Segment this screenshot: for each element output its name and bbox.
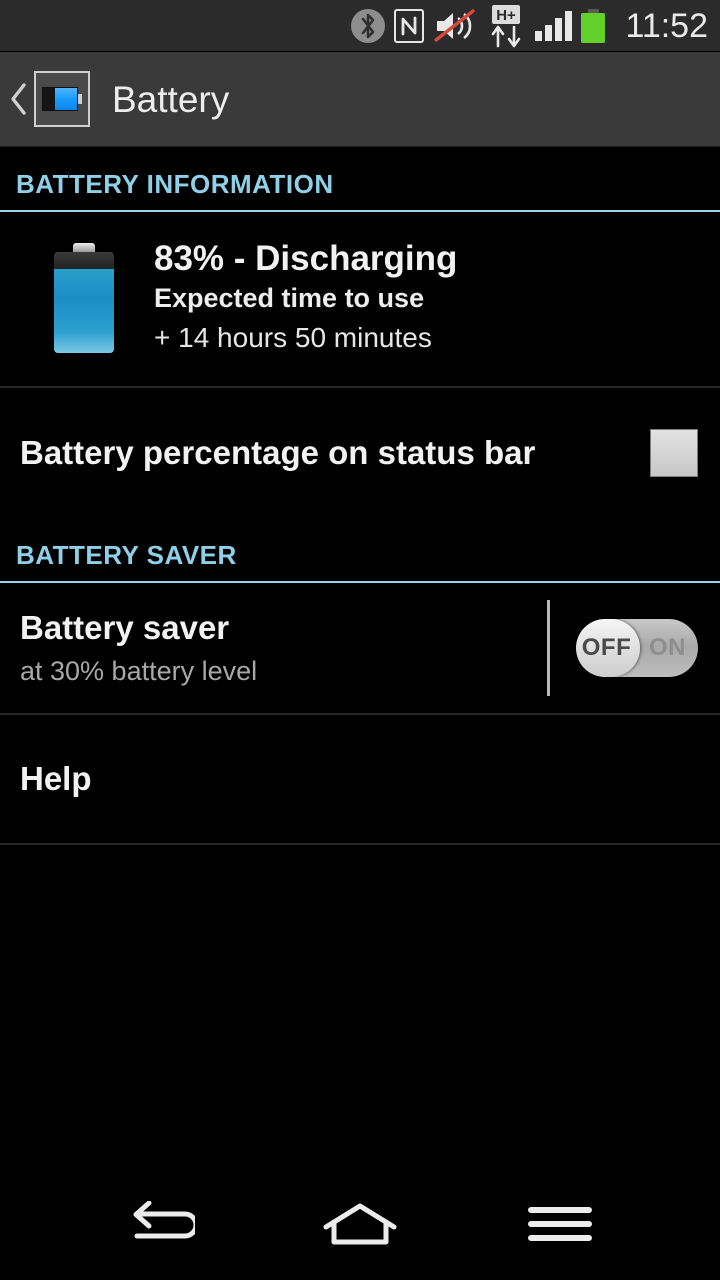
section-label: BATTERY INFORMATION [16, 169, 334, 199]
toggle-separator [547, 599, 550, 696]
battery-saver-text: Battery saver at 30% battery level [20, 608, 547, 688]
battery-level-graphic [54, 242, 114, 353]
battery-saver-sublabel: at 30% battery level [20, 656, 258, 687]
page-title: Battery [112, 78, 230, 120]
battery-percentage-label: Battery percentage on status bar [20, 433, 536, 471]
section-label: BATTERY SAVER [16, 539, 237, 570]
settings-content: BATTERY INFORMATION 83% - Discharging Ex… [0, 147, 720, 1168]
toggle-off-label: OFF [581, 633, 632, 661]
status-icon-group: H+ 11:52 [351, 4, 708, 48]
divider [0, 842, 720, 845]
svg-text:H+: H+ [497, 7, 517, 24]
battery-status-icon [581, 8, 606, 43]
phone-screen: H+ 11:52 Battery BATTERY INFORMATION 83%… [0, 0, 720, 1280]
sound-muted-icon [433, 8, 477, 43]
battery-status-row: 83% - Discharging Expected time to use +… [0, 212, 720, 386]
status-bar: H+ 11:52 [0, 0, 720, 52]
time-remaining-value: + 14 hours 50 minutes [154, 322, 432, 354]
battery-icon[interactable] [34, 71, 90, 127]
battery-saver-row[interactable]: Battery saver at 30% battery level OFF O… [0, 583, 720, 713]
action-bar: Battery [0, 52, 720, 147]
battery-saver-label: Battery saver [20, 608, 230, 646]
navigation-bar [0, 1168, 720, 1280]
battery-percentage-row[interactable]: Battery percentage on status bar [0, 388, 720, 518]
help-row[interactable]: Help [0, 715, 720, 843]
nfc-icon [394, 8, 425, 43]
bluetooth-icon [351, 8, 386, 43]
toggle-on-label: ON [649, 633, 686, 661]
battery-status-text: 83% - Discharging Expected time to use +… [154, 238, 457, 358]
section-header-battery-information: BATTERY INFORMATION [0, 147, 720, 210]
battery-percentage-text: Battery percentage on status bar [20, 433, 650, 473]
back-button[interactable] [100, 1184, 220, 1264]
chevron-left-icon[interactable] [6, 82, 32, 116]
hspa-plus-data-icon: H+ [486, 4, 526, 48]
status-bar-clock: 11:52 [625, 6, 708, 45]
home-button[interactable] [300, 1184, 420, 1264]
help-label: Help [20, 759, 92, 797]
battery-percentage-checkbox[interactable] [650, 428, 698, 477]
battery-saver-toggle-group: OFF ON [547, 599, 698, 696]
expected-time-label: Expected time to use [154, 283, 425, 314]
battery-percent-status: 83% - Discharging [154, 239, 458, 278]
battery-saver-toggle[interactable]: OFF ON [576, 618, 698, 677]
signal-bars-icon [535, 10, 573, 41]
section-header-battery-saver: BATTERY SAVER [0, 518, 720, 581]
menu-button[interactable] [500, 1184, 620, 1264]
